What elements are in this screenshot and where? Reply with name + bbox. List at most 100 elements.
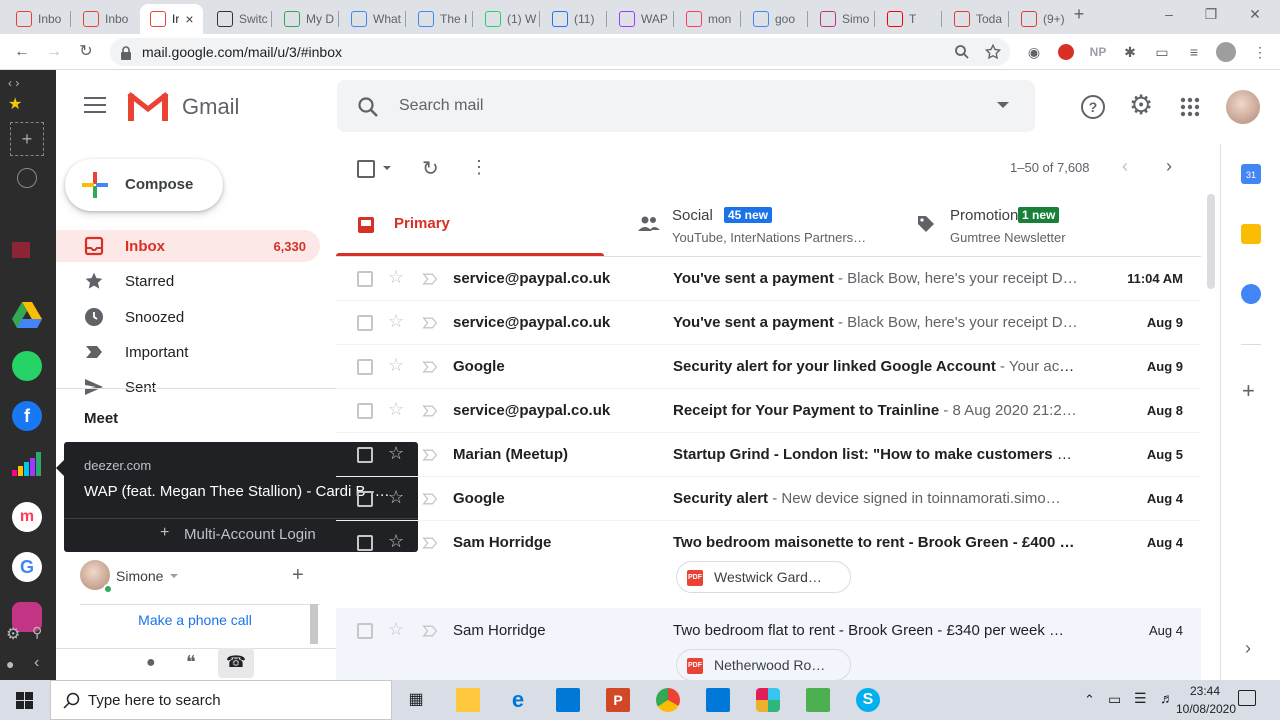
notifications-icon[interactable] (1238, 690, 1256, 706)
adblock-icon[interactable] (1056, 42, 1076, 62)
star-icon[interactable]: ☆ (388, 267, 404, 288)
star-icon[interactable]: ☆ (388, 399, 404, 420)
task-view-icon[interactable]: ▦ (404, 688, 428, 712)
category-tab-primary[interactable]: Primary (336, 194, 604, 256)
browser-tab[interactable]: (11) (542, 4, 605, 34)
whatsapp-icon[interactable] (12, 351, 42, 381)
address-bar[interactable]: mail.google.com/mail/u/3/#inbox (110, 38, 1010, 66)
dock-collapse-icon[interactable]: ‹ (34, 654, 39, 672)
clock-time[interactable]: 23:44 (1180, 684, 1230, 698)
dock-nav-icon[interactable]: ‹ › (8, 76, 19, 90)
email-row[interactable]: ☆ service@paypal.co.uk Receipt for Your Pa… (336, 389, 1201, 433)
gmail-logo-text[interactable]: Gmail (182, 94, 239, 120)
gmail-logo-icon[interactable] (127, 90, 169, 122)
hangouts-user-name[interactable]: Simone (116, 568, 163, 584)
star-icon[interactable]: ☆ (388, 355, 404, 376)
profile-icon[interactable] (1216, 42, 1236, 62)
browser-tab[interactable]: My D (274, 4, 337, 34)
slack-icon[interactable] (756, 688, 780, 712)
forward-icon[interactable]: → (44, 42, 64, 62)
main-menu-icon[interactable] (84, 97, 106, 113)
browser-tab[interactable]: Switc (207, 4, 270, 34)
network-icon[interactable]: ☰ (1134, 690, 1147, 707)
category-tab-social[interactable]: Social 45 new YouTube, InterNations Partne… (614, 194, 882, 256)
minimize-icon[interactable]: – (1154, 6, 1184, 22)
browser-tab[interactable]: Ir × (140, 4, 203, 34)
browser-tab[interactable]: Simo (810, 4, 873, 34)
email-checkbox[interactable] (357, 623, 373, 639)
email-checkbox[interactable] (357, 403, 373, 419)
important-marker-icon[interactable] (422, 623, 438, 639)
select-dropdown-icon[interactable] (383, 166, 391, 170)
email-row[interactable]: ☆ service@paypal.co.uk You've sent a payme… (336, 301, 1201, 345)
taskbar-search[interactable]: Type here to search (50, 680, 392, 720)
settings-gear-icon[interactable]: ⚙ (1129, 90, 1153, 121)
tasks-icon[interactable] (1241, 284, 1261, 304)
facebook-icon[interactable]: f (12, 401, 42, 431)
important-marker-icon[interactable] (422, 491, 438, 507)
maps-app-icon[interactable] (806, 688, 830, 712)
browser-tab[interactable]: T (877, 4, 940, 34)
hangouts-scrollbar[interactable] (310, 604, 318, 644)
expand-panel-icon[interactable]: › (1245, 638, 1251, 659)
nav-item-snoozed[interactable]: Snoozed (56, 301, 320, 333)
search-bar[interactable]: Search mail (337, 80, 1035, 132)
account-avatar[interactable] (1226, 90, 1260, 124)
browser-tab[interactable]: The I (408, 4, 471, 34)
refresh-icon[interactable]: ↻ (422, 156, 439, 181)
volume-icon[interactable]: ♬ (1160, 690, 1174, 706)
search-input[interactable]: Search mail (399, 97, 483, 115)
email-row[interactable]: ☆ Marian (Meetup) Startup Grind - London l… (336, 433, 1201, 477)
windows-start-icon[interactable] (16, 692, 33, 709)
get-addons-icon[interactable]: + (1242, 378, 1255, 404)
new-conversation-icon[interactable]: + (292, 564, 304, 587)
conversations-tab-icon[interactable]: ❝ (186, 652, 196, 673)
google-drive-icon[interactable] (12, 302, 42, 328)
more-options-icon[interactable]: ⋮ (470, 157, 488, 178)
browser-tab[interactable]: Inbo (73, 4, 136, 34)
powerpoint-icon[interactable]: P (606, 688, 630, 712)
skype-icon[interactable]: S (856, 688, 880, 712)
phone-tab-icon[interactable]: ☎ (218, 648, 254, 678)
monday-icon[interactable]: m (12, 502, 42, 532)
star-icon[interactable]: ☆ (388, 443, 404, 464)
dock-search-icon[interactable]: ⚲ (32, 624, 42, 641)
category-tab-promotions[interactable]: Promotions 1 new Gumtree Newsletter (892, 194, 1160, 256)
taskbar-search-input[interactable]: Type here to search (88, 692, 221, 709)
hangouts-status-dropdown-icon[interactable] (170, 574, 178, 578)
star-icon[interactable]: ☆ (388, 311, 404, 332)
keep-icon[interactable] (1241, 224, 1261, 244)
browser-tab[interactable]: What (341, 4, 404, 34)
menu-dots-icon[interactable]: ⋮ (1250, 42, 1270, 62)
important-marker-icon[interactable] (422, 535, 438, 551)
new-tab-icon[interactable]: + (1064, 4, 1094, 25)
cast-icon[interactable]: ▭ (1152, 42, 1172, 62)
email-row[interactable]: ☆ Sam Horridge Two bedroom maisonette to r… (336, 521, 1201, 609)
zoom-icon[interactable] (954, 44, 970, 60)
dock-app-icon[interactable] (12, 242, 30, 258)
browser-tab[interactable]: goo (743, 4, 806, 34)
email-checkbox[interactable] (357, 447, 373, 463)
google-icon[interactable]: G (12, 552, 42, 582)
contacts-tab-icon[interactable]: ● (146, 654, 156, 672)
maximize-icon[interactable]: ❐ (1196, 6, 1226, 23)
calendar-icon[interactable]: 31 (1241, 164, 1261, 184)
camera-icon[interactable]: ◉ (1024, 42, 1044, 62)
tray-expand-icon[interactable]: ⌃ (1084, 692, 1095, 708)
store-icon[interactable] (706, 688, 730, 712)
email-row[interactable]: ☆ Google Security alert for your linked Go… (336, 345, 1201, 389)
important-marker-icon[interactable] (422, 359, 438, 375)
email-row[interactable]: ☆ Google Security alert - New device signe… (336, 477, 1201, 521)
close-tab-icon[interactable]: × (185, 11, 193, 27)
prev-page-icon[interactable]: ‹ (1122, 156, 1128, 177)
attachment-chip[interactable]: PDF Westwick Gard… (676, 561, 851, 593)
browser-tab[interactable]: WAP (609, 4, 672, 34)
important-marker-icon[interactable] (422, 315, 438, 331)
compose-button[interactable]: Compose (65, 159, 223, 211)
important-marker-icon[interactable] (422, 447, 438, 463)
settings-icon[interactable]: ⚙ (6, 624, 20, 644)
search-options-icon[interactable] (997, 102, 1009, 108)
clock-date[interactable]: 10/08/2020 (1174, 702, 1238, 716)
important-marker-icon[interactable] (422, 403, 438, 419)
star-icon[interactable]: ☆ (388, 487, 404, 508)
